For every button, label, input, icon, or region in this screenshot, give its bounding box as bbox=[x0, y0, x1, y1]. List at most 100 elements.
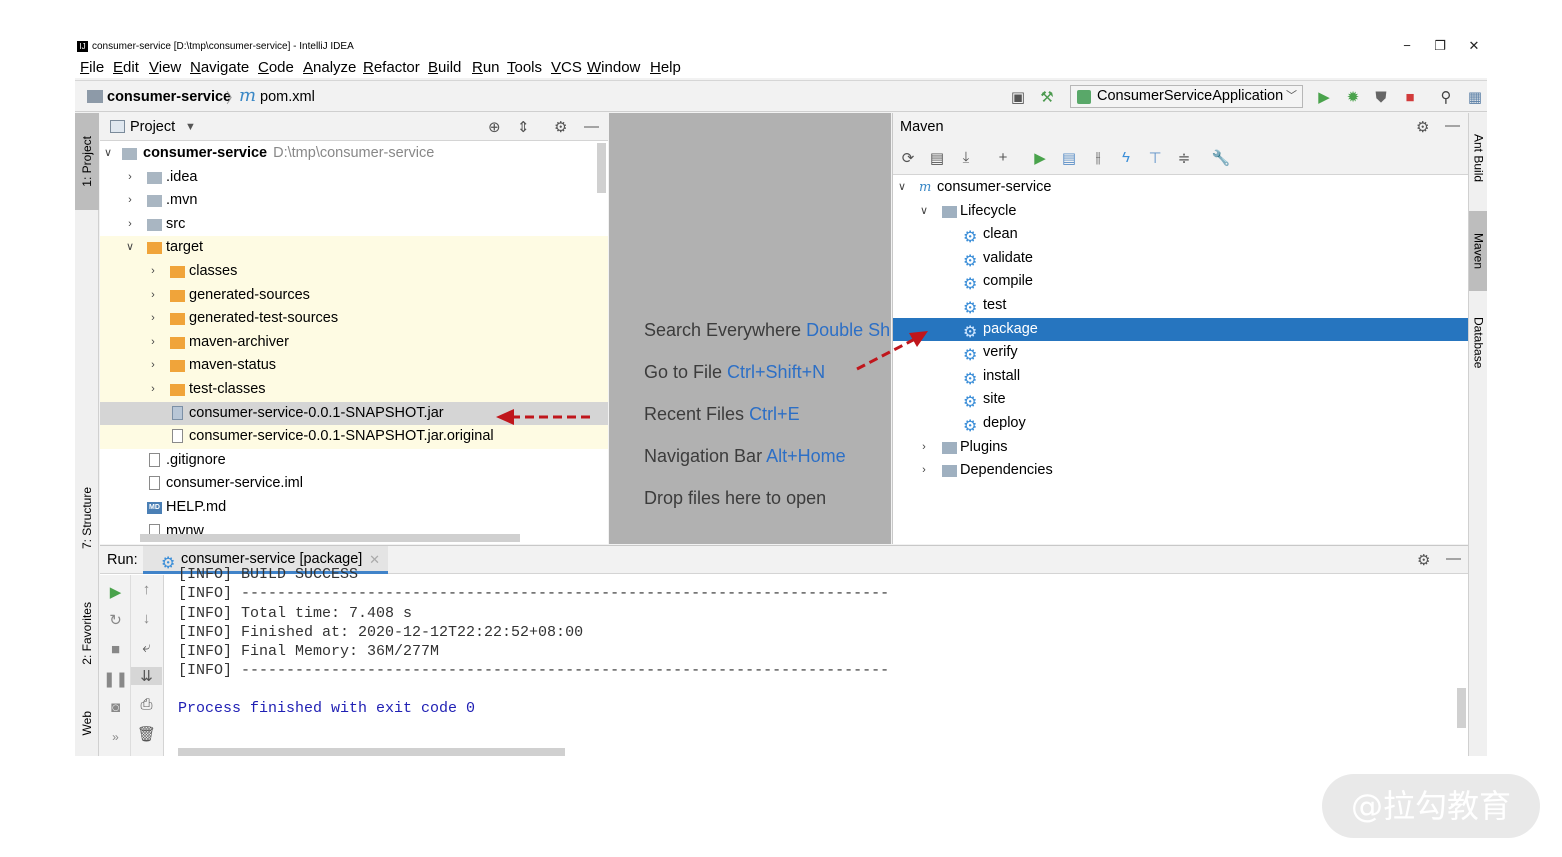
tree-row-maven-status[interactable]: › maven-status bbox=[100, 354, 608, 378]
generate-sources-icon[interactable]: ▤ bbox=[927, 149, 947, 167]
horizontal-scrollbar[interactable] bbox=[140, 534, 520, 542]
tree-row-mvn[interactable]: › .mvn bbox=[100, 189, 608, 213]
close-icon[interactable]: ✕ bbox=[369, 546, 380, 573]
tab-database[interactable]: Database bbox=[1469, 303, 1487, 383]
chevron-down-icon[interactable]: ∨ bbox=[102, 142, 114, 166]
chevron-right-icon[interactable]: › bbox=[147, 260, 159, 284]
chevron-down-icon[interactable]: ∨ bbox=[918, 200, 930, 224]
tree-row-jar-original[interactable]: consumer-service-0.0.1-SNAPSHOT.jar.orig… bbox=[100, 425, 608, 449]
rerun-failed-icon[interactable]: ↻ bbox=[100, 611, 131, 629]
menu-edit[interactable]: Edit bbox=[113, 59, 139, 76]
arrow-up-icon[interactable]: ↑ bbox=[131, 581, 162, 598]
trash-icon[interactable]: 🗑 bbox=[131, 725, 162, 743]
tree-row-test-classes[interactable]: › test-classes bbox=[100, 378, 608, 402]
download-icon[interactable]: ⤓ bbox=[956, 149, 976, 166]
maven-phase-deploy[interactable]: ⚙ deploy bbox=[893, 412, 1468, 436]
console-horizontal-scrollbar[interactable] bbox=[178, 748, 565, 756]
maven-row-root[interactable]: ∨ m consumer-service bbox=[893, 176, 1468, 200]
chevron-down-icon[interactable]: ∨ bbox=[896, 176, 908, 200]
coverage-icon[interactable]: ⛊ bbox=[1371, 87, 1391, 107]
stop-icon[interactable]: ■ bbox=[1400, 87, 1420, 107]
gear-icon[interactable]: ⚙ bbox=[1417, 551, 1430, 569]
add-icon[interactable]: + bbox=[993, 149, 1013, 166]
maven-row-lifecycle[interactable]: ∨ Lifecycle bbox=[893, 200, 1468, 224]
menu-code[interactable]: Code bbox=[258, 59, 294, 76]
tree-row-generated-test-sources[interactable]: › generated-test-sources bbox=[100, 307, 608, 331]
skip-tests-icon[interactable]: ⫲ bbox=[1088, 149, 1108, 166]
wrench-icon[interactable]: 🔧 bbox=[1211, 149, 1231, 167]
breadcrumb-project[interactable]: consumer-service bbox=[107, 89, 231, 105]
print-icon[interactable]: ⎙ bbox=[131, 696, 162, 713]
hide-icon[interactable]: — bbox=[1445, 117, 1460, 134]
tab-ant-build[interactable]: Ant Build bbox=[1469, 118, 1487, 198]
minimize-button[interactable]: − bbox=[1400, 38, 1414, 53]
maven-phase-package[interactable]: ⚙ package bbox=[893, 317, 1468, 342]
locate-icon[interactable]: ⊕ bbox=[488, 118, 501, 136]
maven-row-plugins[interactable]: › Plugins bbox=[893, 436, 1468, 460]
menu-help[interactable]: Help bbox=[650, 59, 681, 76]
menu-navigate[interactable]: Navigate bbox=[190, 59, 249, 76]
camera-icon[interactable]: ◙ bbox=[100, 699, 131, 716]
maven-phase-test[interactable]: ⚙ test bbox=[893, 294, 1468, 318]
project-structure-icon[interactable]: ▦ bbox=[1465, 87, 1485, 107]
collapse-all-icon[interactable]: ≑ bbox=[1174, 149, 1194, 167]
tree-row-root[interactable]: ∨ consumer-service D:\tmp\consumer-servic… bbox=[100, 142, 608, 166]
menu-refactor[interactable]: Refactor bbox=[363, 59, 420, 76]
soft-wrap-icon[interactable]: ⤶ bbox=[131, 639, 162, 656]
reload-icon[interactable]: ⟳ bbox=[898, 149, 918, 167]
close-button[interactable]: ✕ bbox=[1467, 38, 1481, 54]
chevron-right-icon[interactable]: › bbox=[124, 166, 136, 190]
menu-tools[interactable]: Tools bbox=[507, 59, 542, 76]
maven-row-dependencies[interactable]: › Dependencies bbox=[893, 459, 1468, 483]
project-panel-title[interactable]: Project bbox=[130, 119, 175, 135]
breadcrumb-file[interactable]: pom.xml bbox=[260, 89, 315, 105]
tree-row-help-md[interactable]: MD HELP.md bbox=[100, 496, 608, 520]
menu-view[interactable]: View bbox=[149, 59, 181, 76]
rerun-icon[interactable]: ▶ bbox=[100, 583, 131, 601]
scroll-to-end-icon[interactable]: ⇊ bbox=[131, 667, 162, 685]
chevron-right-icon[interactable]: › bbox=[147, 354, 159, 378]
maven-phase-verify[interactable]: ⚙ verify bbox=[893, 341, 1468, 365]
tree-row-idea[interactable]: › .idea bbox=[100, 166, 608, 190]
hammer-icon[interactable]: ⚒ bbox=[1037, 87, 1057, 107]
search-icon[interactable]: ⚲ bbox=[1436, 87, 1456, 107]
tree-row-iml[interactable]: consumer-service.iml bbox=[100, 472, 608, 496]
tab-structure[interactable]: 7: Structure bbox=[75, 468, 99, 568]
tab-web[interactable]: Web bbox=[75, 693, 99, 753]
tab-maven[interactable]: Maven bbox=[1469, 211, 1487, 291]
arrow-down-icon[interactable]: ↓ bbox=[131, 610, 162, 627]
chevron-right-icon[interactable]: › bbox=[124, 189, 136, 213]
tree-row-src[interactable]: › src bbox=[100, 213, 608, 237]
menu-file[interactable]: File bbox=[80, 59, 104, 76]
chevron-right-icon[interactable]: › bbox=[147, 284, 159, 308]
collapse-all-icon[interactable]: ⇕ bbox=[517, 118, 530, 136]
maven-phase-install[interactable]: ⚙ install bbox=[893, 365, 1468, 389]
menu-vcs[interactable]: VCS bbox=[551, 59, 582, 76]
chevron-right-icon[interactable]: › bbox=[918, 459, 930, 483]
tree-row-gitignore[interactable]: .gitignore bbox=[100, 449, 608, 473]
more-icon[interactable]: » bbox=[100, 730, 131, 744]
maven-phase-validate[interactable]: ⚙ validate bbox=[893, 247, 1468, 271]
maven-phase-site[interactable]: ⚙ site bbox=[893, 388, 1468, 412]
chevron-down-icon[interactable]: ▼ bbox=[185, 121, 196, 133]
vertical-scrollbar[interactable] bbox=[597, 143, 606, 193]
offline-icon[interactable]: ϟ bbox=[1116, 149, 1136, 166]
tree-row-jar[interactable]: consumer-service-0.0.1-SNAPSHOT.jar bbox=[100, 401, 608, 426]
tree-row-classes[interactable]: › classes bbox=[100, 260, 608, 284]
run-config-icon[interactable]: ▤ bbox=[1059, 149, 1079, 167]
menu-window[interactable]: Window bbox=[587, 59, 640, 76]
run-icon[interactable]: ▶ bbox=[1030, 149, 1050, 167]
menu-run[interactable]: Run bbox=[472, 59, 500, 76]
restore-button[interactable]: ❐ bbox=[1433, 38, 1447, 54]
chevron-right-icon[interactable]: › bbox=[918, 436, 930, 460]
menu-build[interactable]: Build bbox=[428, 59, 461, 76]
chevron-right-icon[interactable]: › bbox=[124, 213, 136, 237]
gear-icon[interactable]: ⚙ bbox=[1416, 118, 1429, 136]
pause-icon[interactable]: ❚❚ bbox=[100, 670, 131, 688]
layout-icon[interactable]: ▣ bbox=[1008, 87, 1028, 107]
console-vertical-scrollbar[interactable] bbox=[1457, 688, 1466, 728]
hide-icon[interactable]: — bbox=[584, 118, 599, 135]
stop-icon[interactable]: ■ bbox=[100, 641, 131, 658]
chevron-right-icon[interactable]: › bbox=[147, 378, 159, 402]
show-deps-icon[interactable]: ⊤ bbox=[1145, 149, 1165, 167]
